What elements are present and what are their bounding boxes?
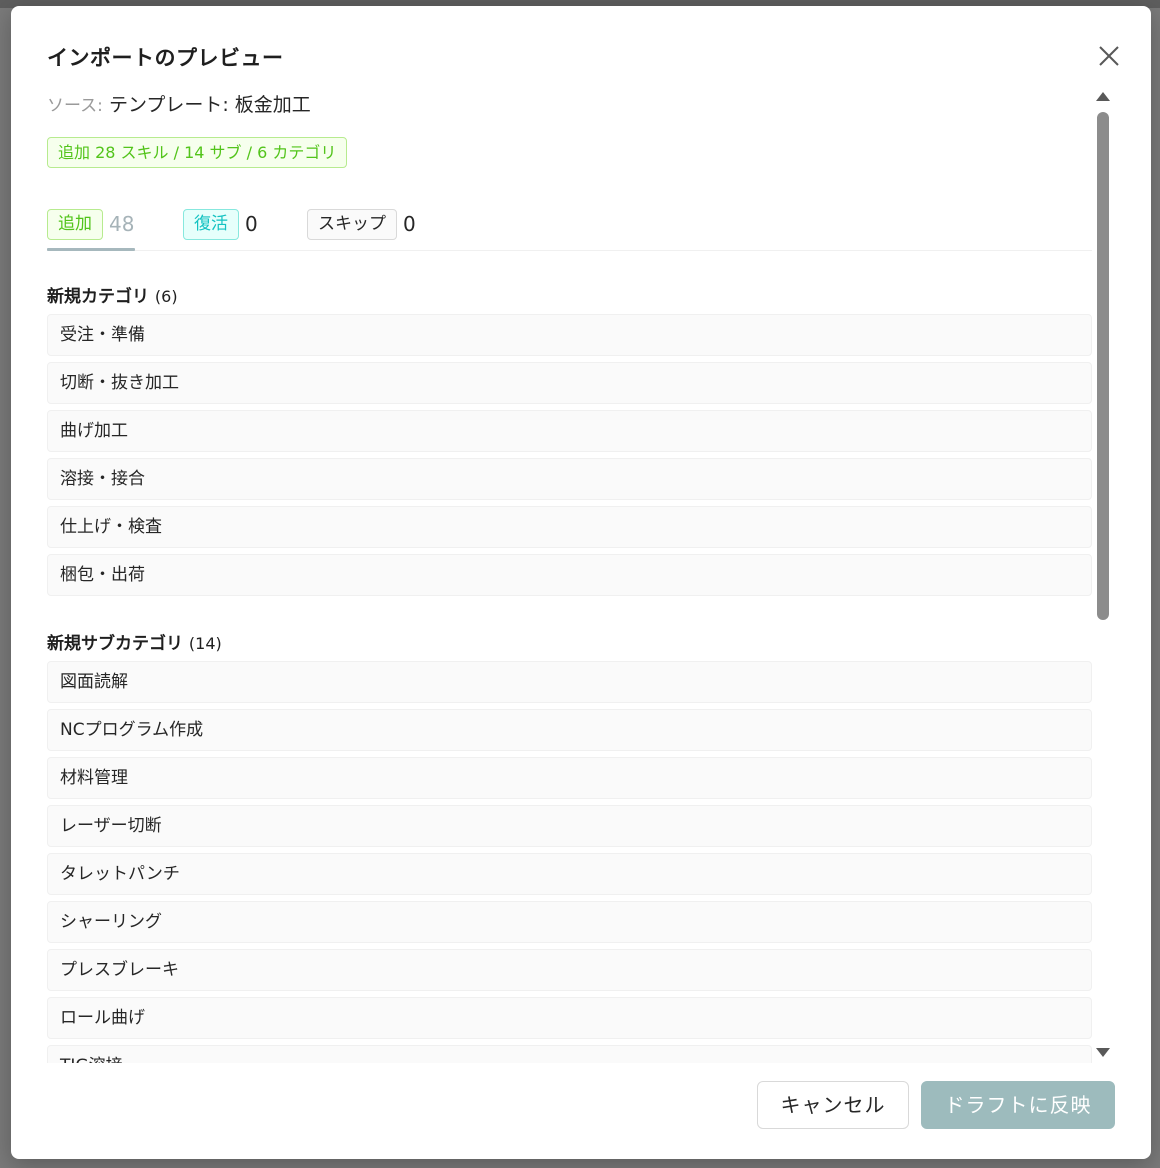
list-item: 受注・準備 bbox=[47, 314, 1092, 356]
scroll-up-arrow-icon[interactable] bbox=[1096, 92, 1110, 101]
section-title: 新規カテゴリ bbox=[47, 287, 149, 307]
close-icon bbox=[1099, 46, 1119, 66]
import-preview-modal: インポートのプレビュー ソース: テンプレート: 板金加工 追加 28 スキル … bbox=[11, 6, 1151, 1159]
list-item: NCプログラム作成 bbox=[47, 709, 1092, 751]
section-count: (14) bbox=[188, 634, 222, 653]
modal-footer: キャンセル ドラフトに反映 bbox=[11, 1071, 1151, 1159]
tab-revive-label: 復活 bbox=[183, 208, 239, 240]
tab-skip-label: スキップ bbox=[307, 208, 397, 240]
source-line: ソース: テンプレート: 板金加工 bbox=[47, 90, 311, 117]
tab-add-label: 追加 bbox=[47, 208, 103, 240]
vertical-scrollbar[interactable] bbox=[1095, 90, 1111, 1062]
scroll-thumb[interactable] bbox=[1097, 112, 1109, 620]
source-label: ソース: bbox=[47, 96, 103, 116]
modal-body: ソース: テンプレート: 板金加工 追加 28 スキル / 14 サブ / 6 … bbox=[47, 84, 1127, 1063]
tab-revive[interactable]: 復活 0 bbox=[183, 207, 258, 241]
section-new-categories-heading: 新規カテゴリ (6) bbox=[47, 282, 178, 307]
list-item: 溶接・接合 bbox=[47, 458, 1092, 500]
section-count: (6) bbox=[154, 287, 178, 306]
summary-tag: 追加 28 スキル / 14 サブ / 6 カテゴリ bbox=[47, 137, 348, 168]
modal-title: インポートのプレビュー bbox=[47, 46, 284, 70]
apply-to-draft-button[interactable]: ドラフトに反映 bbox=[921, 1081, 1115, 1129]
cancel-button[interactable]: キャンセル bbox=[757, 1081, 909, 1129]
list-item: 図面読解 bbox=[47, 661, 1092, 703]
tab-bar: 追加 48 復活 0 スキップ 0 bbox=[47, 198, 1092, 251]
close-button[interactable] bbox=[1095, 42, 1123, 70]
new-subcategories-list: 図面読解 NCプログラム作成 材料管理 レーザー切断 タレットパンチ シャーリン… bbox=[47, 661, 1092, 1063]
list-item: 梱包・出荷 bbox=[47, 554, 1092, 596]
list-item: 切断・抜き加工 bbox=[47, 362, 1092, 404]
tab-skip[interactable]: スキップ 0 bbox=[307, 207, 416, 241]
active-tab-indicator bbox=[47, 248, 135, 251]
list-item: 曲げ加工 bbox=[47, 410, 1092, 452]
list-item: ロール曲げ bbox=[47, 997, 1092, 1039]
list-item: タレットパンチ bbox=[47, 853, 1092, 895]
tab-revive-count: 0 bbox=[245, 212, 258, 236]
tab-add-count: 48 bbox=[109, 212, 135, 236]
list-item: TIG溶接 bbox=[47, 1045, 1092, 1063]
tab-skip-count: 0 bbox=[403, 212, 416, 236]
list-item: 仕上げ・検査 bbox=[47, 506, 1092, 548]
tab-add[interactable]: 追加 48 bbox=[47, 207, 134, 241]
list-item: シャーリング bbox=[47, 901, 1092, 943]
source-value: テンプレート: 板金加工 bbox=[108, 94, 311, 116]
list-item: プレスブレーキ bbox=[47, 949, 1092, 991]
list-item: 材料管理 bbox=[47, 757, 1092, 799]
section-title: 新規サブカテゴリ bbox=[47, 634, 183, 654]
list-item: レーザー切断 bbox=[47, 805, 1092, 847]
section-new-subcategories-heading: 新規サブカテゴリ (14) bbox=[47, 629, 222, 654]
scroll-down-arrow-icon[interactable] bbox=[1096, 1048, 1110, 1057]
new-categories-list: 受注・準備 切断・抜き加工 曲げ加工 溶接・接合 仕上げ・検査 梱包・出荷 bbox=[47, 314, 1092, 602]
